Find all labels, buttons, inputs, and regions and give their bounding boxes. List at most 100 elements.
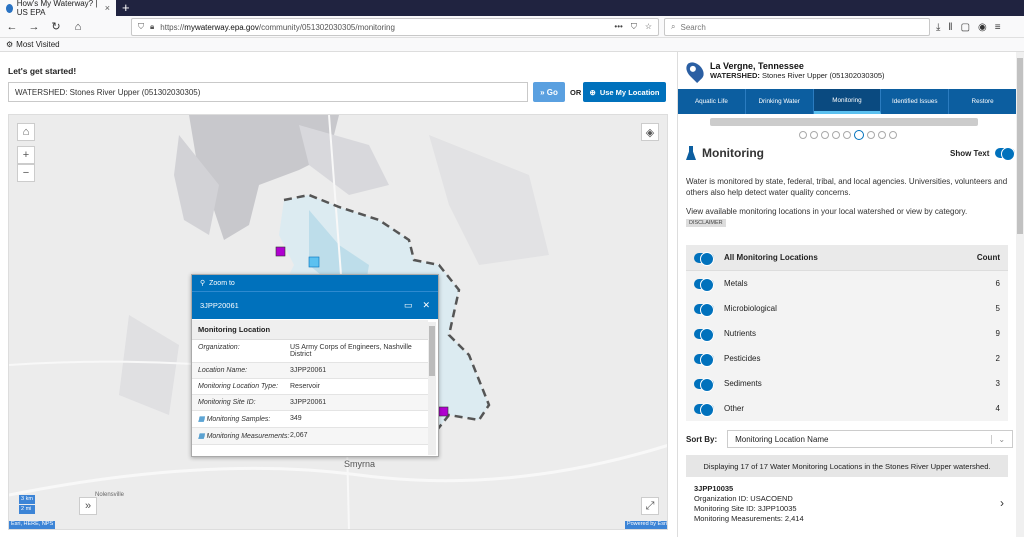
flask-icon [686, 146, 696, 160]
tab-close-icon[interactable]: × [105, 3, 110, 13]
url-bar[interactable]: ⛉ 🔒︎ https://mywaterway.epa.gov/communit… [131, 18, 659, 36]
browser-search-input[interactable]: ⌕ Search [664, 18, 930, 36]
scale-bar: 3 km 2 mi [19, 495, 35, 514]
tab-drinking-water[interactable]: Drinking Water [746, 89, 814, 114]
bookmark-star-icon[interactable]: ☆ [645, 22, 652, 32]
library-icon[interactable]: ‖ [948, 22, 952, 33]
table-row: Sediments 3 [686, 371, 1008, 396]
chevron-down-icon: ⌄ [991, 434, 1005, 444]
tab-dot-active[interactable] [853, 130, 864, 140]
bookmark-most-visited[interactable]: Most Visited [16, 40, 59, 49]
gear-icon: ⚙ [6, 40, 14, 49]
tab-identified-issues[interactable]: Identified Issues [881, 89, 950, 114]
map-attribution: Esri, HERE, NPS Powered by Esri [9, 521, 667, 529]
or-label: OR [570, 88, 582, 97]
account-icon[interactable]: ◉ [978, 22, 987, 33]
zoom-out-button[interactable]: − [17, 164, 35, 182]
new-tab-button[interactable]: + [122, 0, 130, 16]
close-icon[interactable]: ✕ [422, 300, 430, 311]
layers-icon[interactable]: ◈ [641, 123, 659, 141]
home-icon[interactable]: ⌂ [70, 19, 86, 35]
info-icon[interactable]: ▦ [198, 433, 207, 440]
reload-icon[interactable]: ↻ [48, 19, 64, 35]
popup-section-title: Monitoring Location [192, 320, 428, 340]
panel-header: La Vergne, Tennessee WATERSHED: Stones R… [678, 52, 1016, 89]
tab-monitoring[interactable]: Monitoring [813, 89, 882, 114]
menu-icon[interactable]: ≡ [995, 22, 1001, 33]
table-row: Other 4 [686, 396, 1008, 421]
tab-dot[interactable] [842, 131, 851, 139]
sort-select[interactable]: Monitoring Location Name ⌄ [727, 430, 1014, 448]
info-icon[interactable]: ▦ [198, 416, 207, 423]
popup-row: Monitoring Location Type: Reservoir [192, 379, 428, 395]
monitoring-popup[interactable]: ⚲ Zoom to 3JPP20061 ▭ ✕ Monitoring Locati… [191, 274, 439, 457]
sidebar-icon[interactable]: ▢ [961, 22, 970, 33]
zoom-to-icon: ⚲ [200, 280, 206, 287]
info-panel: La Vergne, Tennessee WATERSHED: Stones R… [677, 52, 1016, 537]
page-actions-icon[interactable]: ••• [614, 22, 622, 32]
tab-dot[interactable] [866, 131, 875, 139]
popup-zoom-bar[interactable]: ⚲ Zoom to [192, 275, 438, 291]
back-icon[interactable]: ← [4, 19, 20, 35]
table-row: Nutrients 9 [686, 321, 1008, 346]
toggle-all-locations[interactable] [694, 251, 714, 266]
toggle-nutrients[interactable] [694, 327, 714, 342]
place-label-nolensville: Nolensville [95, 492, 125, 498]
city-title: La Vergne, Tennessee [710, 61, 804, 71]
tab-dot[interactable] [798, 131, 807, 139]
popup-row: ▦ Monitoring Measurements: 2,067 [192, 428, 428, 445]
bookmarks-bar: ⚙ Most Visited [0, 38, 1024, 52]
zoom-in-button[interactable]: + [17, 146, 35, 164]
popup-row: ▦ Monitoring Samples: 349 [192, 411, 428, 428]
show-text-toggle[interactable]: Show Text [950, 147, 1016, 161]
tab-dots [678, 130, 1016, 140]
tab-restore[interactable]: Restore [949, 89, 1016, 114]
tab-aquatic-life[interactable]: Aquatic Life [678, 89, 746, 114]
tab-dot[interactable] [877, 131, 886, 139]
browser-tab[interactable]: How's My Waterway? | US EPA × [0, 0, 116, 17]
popup-body: Monitoring Location Organization: US Army… [192, 320, 428, 457]
tabs-scrollbar[interactable] [710, 118, 978, 126]
expand-legend-button[interactable]: » [79, 497, 97, 515]
toggle-switch[interactable] [995, 147, 1016, 161]
forward-icon[interactable]: → [26, 19, 42, 35]
watershed-search-input[interactable]: WATERSHED: Stones River Upper (051302030… [8, 82, 528, 102]
home-view-icon[interactable]: ⌂ [17, 123, 35, 141]
table-row: Microbiological 5 [686, 296, 1008, 321]
tab-title: How's My Waterway? | US EPA [16, 0, 98, 17]
pocket-icon[interactable]: ⛉ [631, 22, 637, 32]
tab-dot[interactable] [820, 131, 829, 139]
zoom-to-link[interactable]: Zoom to [209, 280, 235, 287]
shield-icon: ⛉ [138, 22, 144, 31]
tab-dot[interactable] [831, 131, 840, 139]
toggle-metals[interactable] [694, 277, 714, 292]
use-my-location-button[interactable]: ⊕ Use My Location [583, 82, 666, 102]
table-row: Metals 6 [686, 271, 1008, 296]
disclaimer-button[interactable]: DISCLAIMER [686, 219, 726, 227]
toggle-microbiological[interactable] [694, 302, 714, 317]
url-text: https://mywaterway.epa.gov/community/051… [160, 22, 395, 32]
tab-dot[interactable] [809, 131, 818, 139]
search-icon: ⌕ [671, 22, 676, 31]
fullscreen-icon[interactable]: ⤢ [641, 497, 659, 515]
map[interactable]: ⌂ + − ◈ ⤢ » Smyrna Nolensville 3 km 2 mi… [8, 114, 668, 530]
popup-row: Location Name: 3JPP20061 [192, 363, 428, 379]
toggle-pesticides[interactable] [694, 352, 714, 367]
toggle-sediments[interactable] [694, 377, 714, 392]
crosshair-icon: ⊕ [589, 87, 596, 97]
monitoring-instructions: View available monitoring locations in y… [686, 207, 968, 216]
download-icon[interactable]: ⤓ [936, 22, 940, 33]
browser-navbar: ← → ↻ ⌂ ⛉ 🔒︎ https://mywaterway.epa.gov/… [0, 16, 1024, 38]
popup-scrollbar[interactable] [428, 322, 436, 455]
search-placeholder: Search [680, 22, 706, 32]
go-button[interactable]: » Go [533, 82, 565, 102]
go-arrow-icon: » [540, 87, 547, 97]
page-scrollbar[interactable] [1016, 52, 1024, 537]
chevron-right-icon: › [1000, 496, 1004, 510]
popup-row: Organization: US Army Corps of Engineers,… [192, 340, 428, 363]
tab-dot[interactable] [888, 131, 897, 139]
dock-icon[interactable]: ▭ [404, 300, 413, 311]
toggle-other[interactable] [694, 402, 714, 417]
list-item[interactable]: 3JPP10035 Organization ID: USACOEND Moni… [686, 480, 1008, 532]
table-row: Pesticides 2 [686, 346, 1008, 371]
